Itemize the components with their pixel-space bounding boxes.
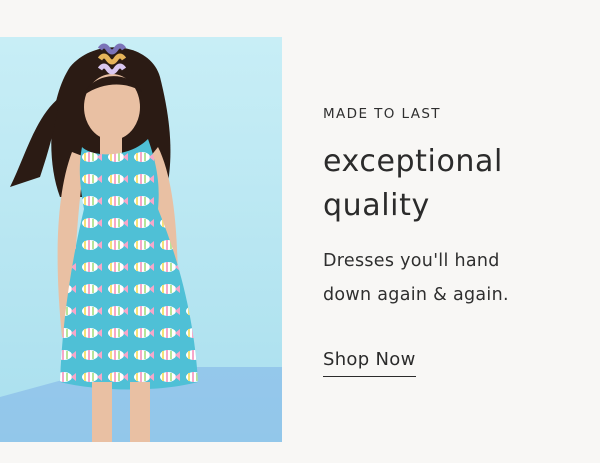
subheadline: Dresses you'll hand down again & again. xyxy=(323,244,583,312)
subheadline-line-1: Dresses you'll hand xyxy=(323,251,500,271)
headline-line-1: exceptional xyxy=(323,144,503,179)
headline: exceptional quality xyxy=(323,140,583,228)
eyebrow-label: MADE TO LAST xyxy=(323,106,441,122)
girl-in-fish-print-dress-image xyxy=(0,37,282,442)
headline-line-2: quality xyxy=(323,188,430,223)
subheadline-line-2: down again & again. xyxy=(323,285,509,305)
shop-now-link[interactable]: Shop Now xyxy=(323,349,416,377)
product-photo[interactable] xyxy=(0,37,282,442)
promo-copy: MADE TO LAST exceptional quality Dresses… xyxy=(323,104,583,377)
